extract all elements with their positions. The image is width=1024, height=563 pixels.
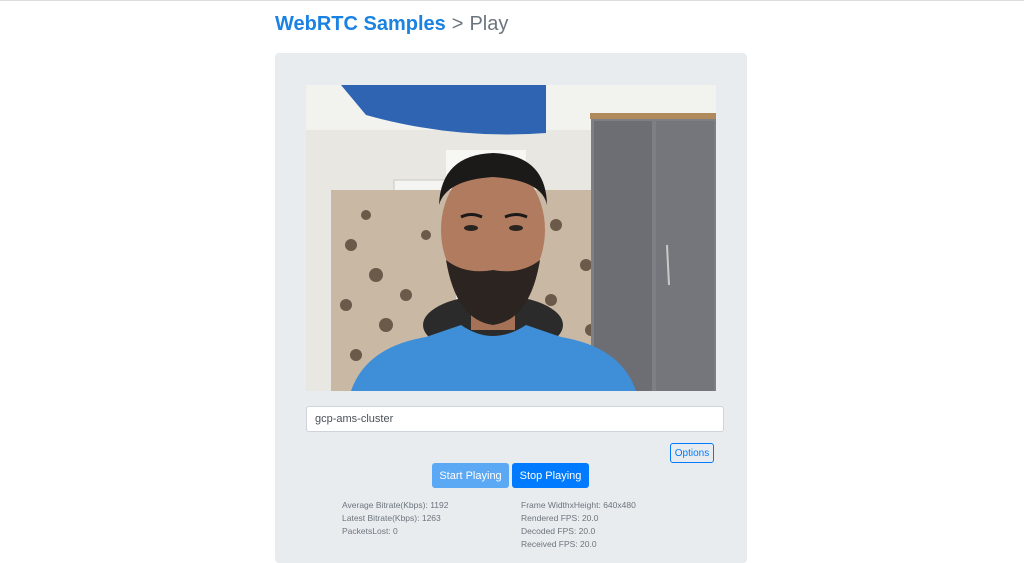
options-button[interactable]: Options <box>670 443 714 463</box>
bitrate-stats: Average Bitrate(Kbps): 1192 Latest Bitra… <box>342 499 448 538</box>
received-fps-stat: Received FPS: 20.0 <box>521 539 597 549</box>
remote-video[interactable] <box>306 85 716 391</box>
rendered-fps-stat: Rendered FPS: 20.0 <box>521 513 599 523</box>
start-playing-button[interactable]: Start Playing <box>432 463 509 488</box>
page-title: Play <box>469 13 509 35</box>
latest-bitrate-stat: Latest Bitrate(Kbps): 1263 <box>342 513 441 523</box>
page-heading: WebRTC Samples > Play <box>275 10 508 38</box>
webrtc-samples-link[interactable]: WebRTC Samples <box>275 13 446 35</box>
top-divider <box>0 0 1024 1</box>
player-panel: Options Start Playing Stop Playing Avera… <box>275 53 747 563</box>
average-bitrate-stat: Average Bitrate(Kbps): 1192 <box>342 500 449 510</box>
packets-lost-stat: PacketsLost: 0 <box>342 526 398 536</box>
stop-playing-button[interactable]: Stop Playing <box>512 463 589 488</box>
frame-size-stat: Frame WidthxHeight: 640x480 <box>521 500 636 510</box>
breadcrumb-separator: > <box>451 13 464 35</box>
frame-stats: Frame WidthxHeight: 640x480 Rendered FPS… <box>521 499 636 551</box>
stream-name-input[interactable] <box>306 406 724 432</box>
decoded-fps-stat: Decoded FPS: 20.0 <box>521 526 596 536</box>
video-frame-icon <box>306 85 716 391</box>
